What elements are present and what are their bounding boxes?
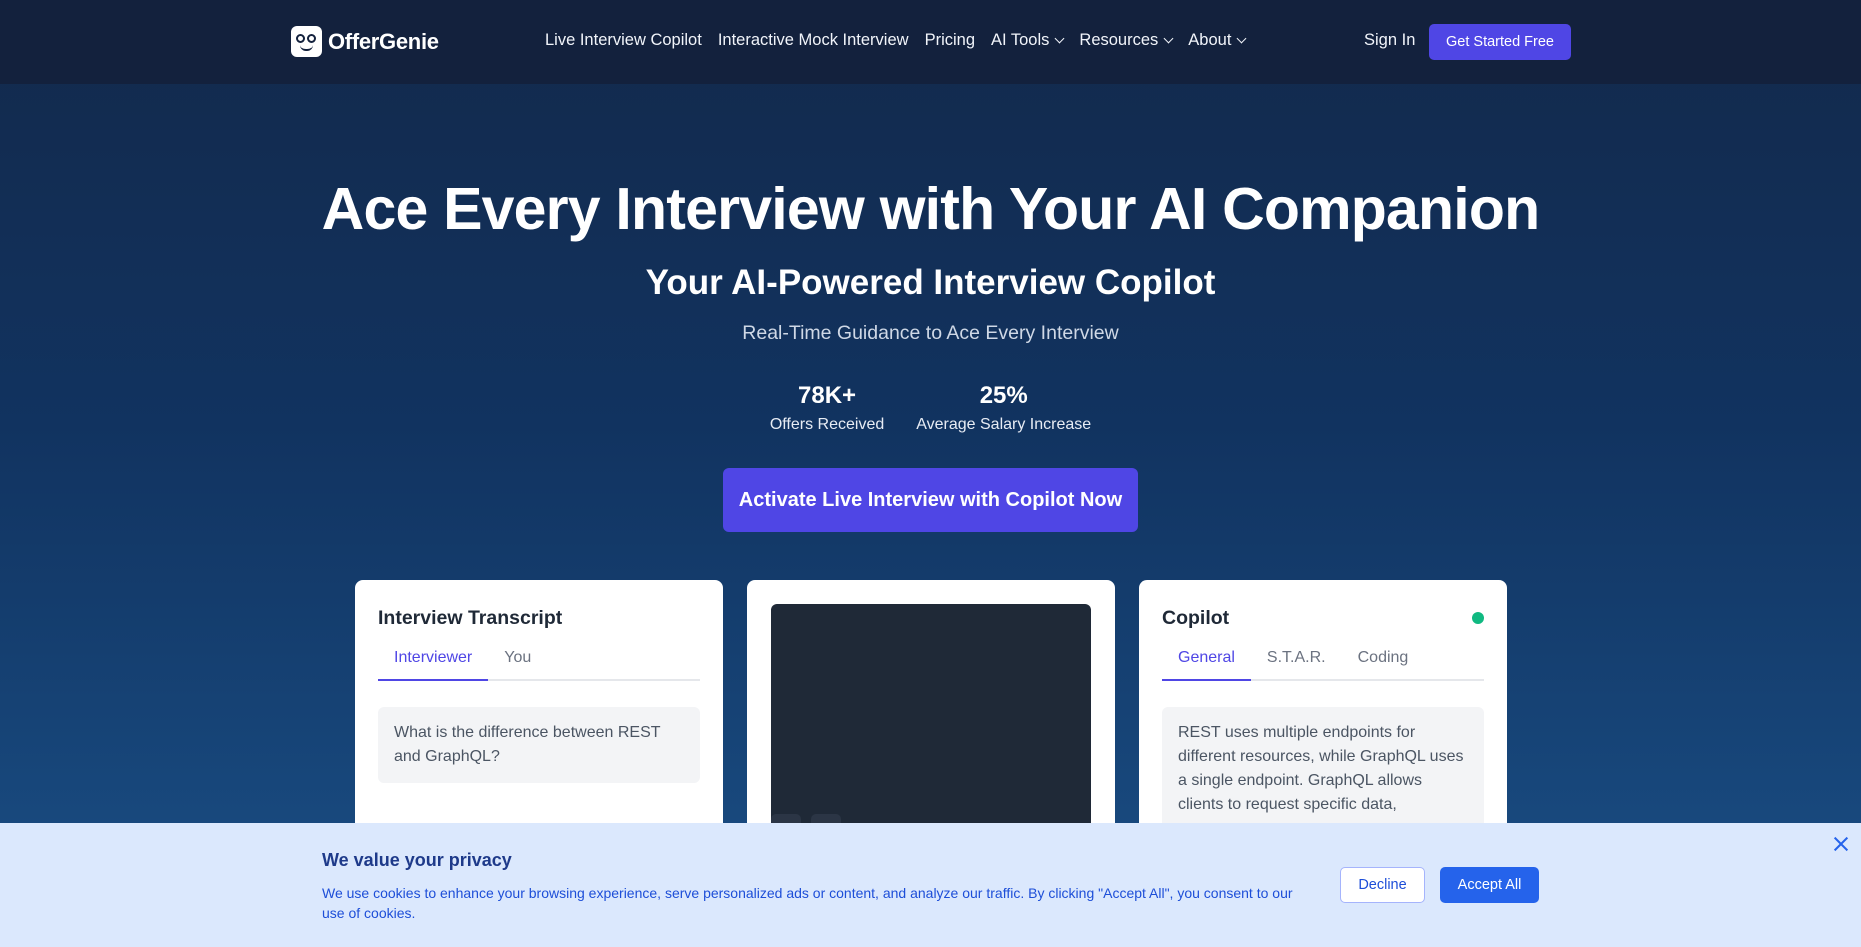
- genie-face-icon: [291, 26, 322, 57]
- chevron-down-icon: [1236, 33, 1247, 44]
- status-online-icon: [1472, 612, 1484, 624]
- activate-copilot-button[interactable]: Activate Live Interview with Copilot Now: [723, 468, 1138, 532]
- decline-button[interactable]: Decline: [1340, 867, 1425, 903]
- nav-link-interactive-mock-interview[interactable]: Interactive Mock Interview: [718, 31, 909, 50]
- stat-value: 25%: [979, 382, 1028, 409]
- cookie-text: We use cookies to enhance your browsing …: [322, 885, 1293, 921]
- nav-link-pricing[interactable]: Pricing: [925, 31, 975, 50]
- brand-logo[interactable]: OfferGenie: [291, 26, 439, 57]
- card-title: Interview Transcript: [378, 607, 563, 629]
- transcript-tabs: Interviewer You: [378, 647, 700, 681]
- nav-link-resources[interactable]: Resources: [1079, 31, 1174, 50]
- top-navbar: OfferGenie Live Interview Copilot Intera…: [0, 0, 1861, 84]
- transcript-message: What is the difference between REST and …: [378, 707, 700, 783]
- nav-links: Live Interview Copilot Interactive Mock …: [545, 31, 1261, 50]
- hero-title: Ace Every Interview with Your AI Compani…: [321, 176, 1541, 242]
- hero-subtitle: Your AI-Powered Interview Copilot: [645, 263, 1216, 302]
- card-title: Copilot: [1162, 607, 1230, 629]
- stat-value: 78K+: [798, 382, 857, 409]
- sign-in-link[interactable]: Sign In: [1364, 31, 1415, 50]
- tab-star[interactable]: S.T.A.R.: [1251, 647, 1342, 681]
- cookie-title: We value your privacy: [322, 850, 512, 870]
- chevron-down-icon: [1054, 33, 1065, 44]
- stat-salary: 25% Average Salary Increase: [916, 382, 1091, 434]
- nav-link-ai-tools[interactable]: AI Tools: [991, 31, 1065, 50]
- chevron-down-icon: [1163, 33, 1174, 44]
- brand-name: OfferGenie: [328, 28, 439, 54]
- tab-interviewer[interactable]: Interviewer: [378, 647, 489, 681]
- hero-tagline: Real-Time Guidance to Ace Every Intervie…: [742, 322, 1119, 344]
- tab-coding[interactable]: Coding: [1342, 647, 1425, 681]
- get-started-button[interactable]: Get Started Free: [1429, 24, 1571, 60]
- copilot-tabs: General S.T.A.R. Coding: [1162, 647, 1484, 681]
- copilot-answer: REST uses multiple endpoints for differe…: [1162, 707, 1484, 831]
- close-icon[interactable]: [1831, 834, 1851, 854]
- nav-link-about[interactable]: About: [1188, 31, 1247, 50]
- stat-label: Offers Received: [769, 416, 885, 433]
- hero-stats: 78K+ Offers Received 25% Average Salary …: [0, 382, 1861, 434]
- stat-offers: 78K+ Offers Received: [770, 382, 884, 434]
- stat-label: Average Salary Increase: [916, 416, 1092, 433]
- tab-general[interactable]: General: [1162, 647, 1251, 681]
- cookie-banner: We value your privacy We use cookies to …: [0, 823, 1861, 947]
- tab-you[interactable]: You: [488, 647, 547, 681]
- accept-all-button[interactable]: Accept All: [1440, 867, 1539, 903]
- nav-link-live-interview-copilot[interactable]: Live Interview Copilot: [545, 31, 702, 50]
